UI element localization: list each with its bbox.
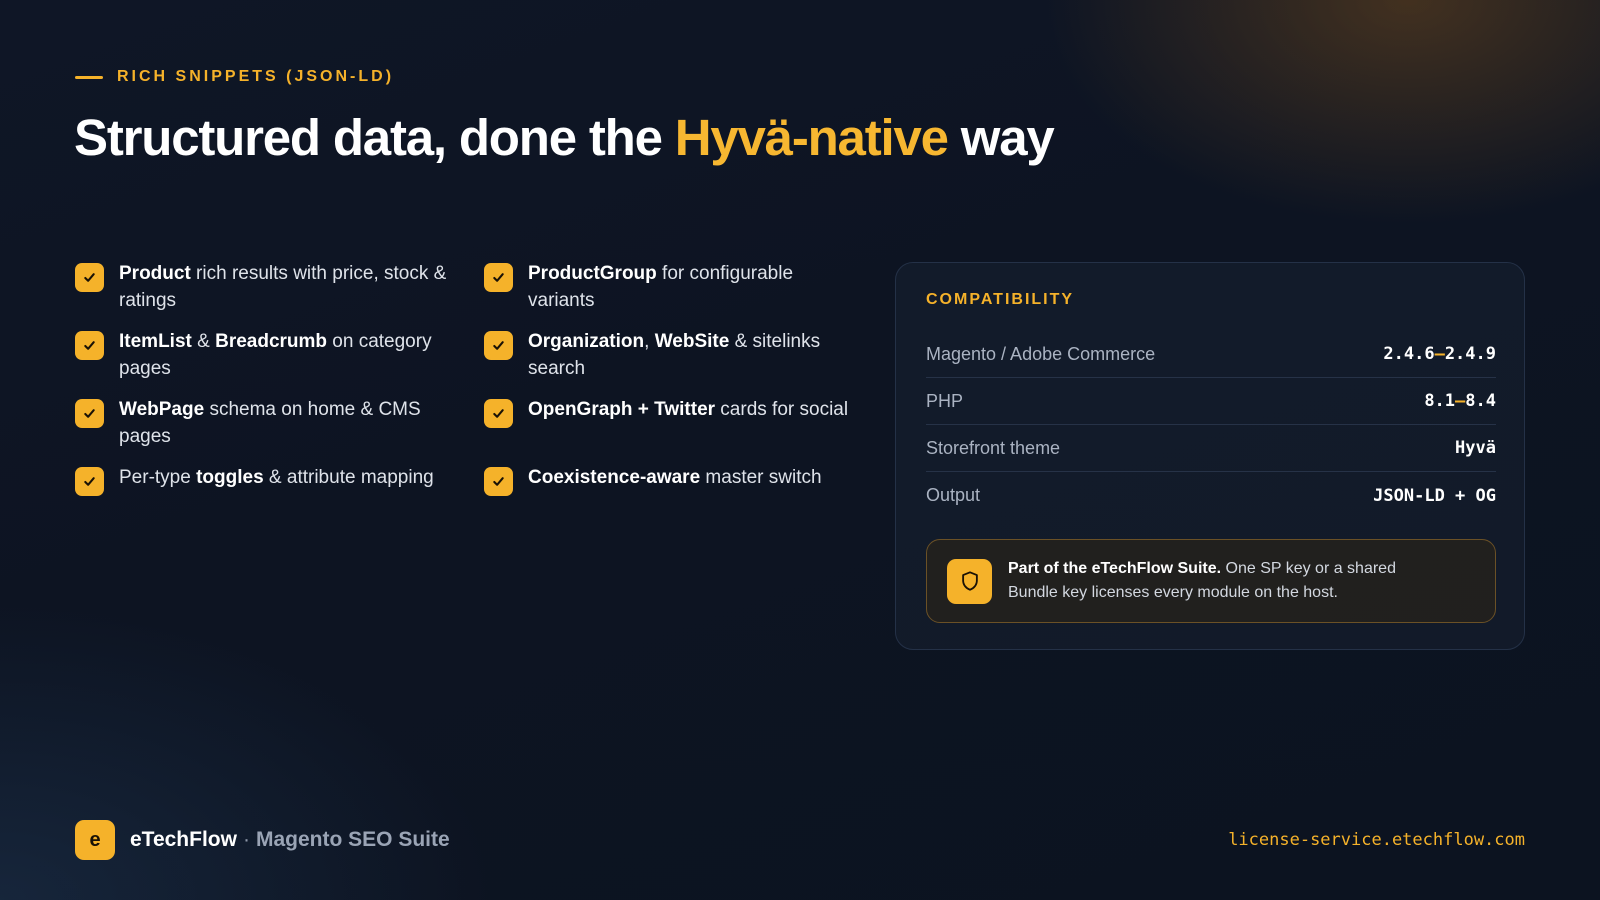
suite-notice: Part of the eTechFlow Suite. One SP key … <box>926 539 1496 623</box>
feature-item: WebPage schema on home & CMS pages <box>75 396 455 464</box>
eyebrow-dash <box>75 75 103 79</box>
feature-list-right: ProductGroup for configurable variants O… <box>484 260 864 532</box>
section-eyebrow: RICH SNIPPETS (JSON-LD) <box>75 68 394 86</box>
title-post: way <box>947 109 1055 166</box>
compat-row: Output JSON-LD + OG <box>926 472 1496 519</box>
page-title: Structured data, done the Hyvä-native wa… <box>74 108 1055 167</box>
check-icon <box>75 399 104 428</box>
compatibility-title: COMPATIBILITY <box>926 291 1075 308</box>
eyebrow-label: RICH SNIPPETS (JSON-LD) <box>117 68 395 85</box>
feature-text: Per-type toggles & attribute mapping <box>119 467 434 488</box>
feature-item: ProductGroup for configurable variants <box>484 260 864 328</box>
footer-url[interactable]: license-service.etechflow.com <box>1228 830 1525 850</box>
compat-value: Hyvä <box>1455 438 1496 458</box>
feature-list-left: Product rich results with price, stock &… <box>75 260 455 532</box>
brand-product: Magento SEO Suite <box>255 828 450 851</box>
compat-row: Magento / Adobe Commerce 2.4.6–2.4.9 <box>926 331 1496 378</box>
feature-text: OpenGraph + Twitter cards for social <box>528 399 849 420</box>
compat-value: 8.1–8.4 <box>1424 391 1496 411</box>
suite-text: Part of the eTechFlow Suite. One SP key … <box>1008 560 1396 601</box>
compat-key: Magento / Adobe Commerce <box>926 343 1156 364</box>
compatibility-card: COMPATIBILITY Magento / Adobe Commerce 2… <box>895 262 1525 650</box>
feature-item: Product rich results with price, stock &… <box>75 260 455 328</box>
check-icon <box>484 331 513 360</box>
brand-logo: e <box>75 820 115 860</box>
shield-icon <box>947 558 992 604</box>
compat-key: PHP <box>926 390 964 411</box>
feature-text: ProductGroup for configurable variants <box>528 263 794 311</box>
title-accent: Hyvä-native <box>674 109 949 166</box>
check-icon <box>484 467 513 496</box>
title-pre: Structured data, done the <box>74 109 675 166</box>
feature-text: Organization, WebSite & sitelinks search <box>528 331 821 379</box>
feature-item: Organization, WebSite & sitelinks search <box>484 328 864 396</box>
compatibility-table: Magento / Adobe Commerce 2.4.6–2.4.9 PHP… <box>926 331 1496 519</box>
compat-value: JSON-LD + OG <box>1373 485 1496 506</box>
compat-key: Output <box>926 485 981 505</box>
feature-text: WebPage schema on home & CMS pages <box>119 399 421 447</box>
footer-brand: e eTechFlow · Magento SEO Suite <box>75 820 450 860</box>
feature-text: Coexistence-aware master switch <box>528 467 822 488</box>
feature-item: ItemList & Breadcrumb on category pages <box>75 328 455 396</box>
brand-separator: · <box>242 828 250 851</box>
check-icon <box>484 399 513 428</box>
feature-text: Product rich results with price, stock &… <box>119 263 447 311</box>
brand-name: eTechFlow <box>130 828 237 851</box>
feature-item: Per-type toggles & attribute mapping <box>75 464 455 532</box>
check-icon <box>75 263 104 292</box>
check-icon <box>75 331 104 360</box>
compat-row: PHP 8.1–8.4 <box>926 378 1496 425</box>
check-icon <box>484 263 513 292</box>
feature-text: ItemList & Breadcrumb on category pages <box>119 331 432 379</box>
feature-item: Coexistence-aware master switch <box>484 464 864 532</box>
check-icon <box>75 467 104 496</box>
compat-key: Storefront theme <box>926 437 1061 458</box>
feature-item: OpenGraph + Twitter cards for social <box>484 396 864 464</box>
compat-row: Storefront theme Hyvä <box>926 425 1496 472</box>
compat-value: 2.4.6–2.4.9 <box>1383 344 1496 364</box>
